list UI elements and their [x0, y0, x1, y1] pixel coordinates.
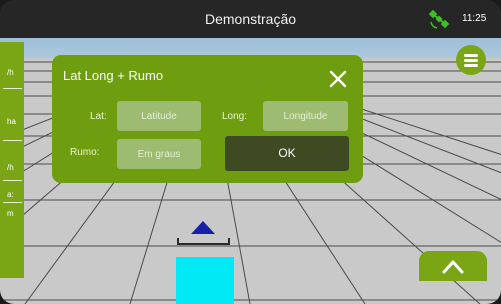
heading-input[interactable]: [117, 139, 201, 169]
divider: [3, 202, 22, 203]
expand-panel-button[interactable]: [419, 251, 487, 281]
longitude-input[interactable]: [263, 101, 348, 131]
menu-button[interactable]: [456, 45, 486, 75]
divider: [3, 88, 22, 89]
satellite-icon: [428, 9, 450, 29]
chevron-up-icon: [442, 260, 464, 274]
dialog-title: Lat Long + Rumo: [63, 68, 164, 83]
clock: 11:25: [462, 13, 487, 24]
close-icon[interactable]: [328, 69, 348, 89]
side-item-rate: /h: [7, 163, 14, 172]
lat-label: Lat:: [90, 111, 107, 122]
side-item-a: a:: [7, 190, 14, 199]
latlong-dialog: Lat Long + Rumo Lat: Long: Rumo: OK: [52, 55, 363, 183]
divider: [3, 140, 22, 141]
long-label: Long:: [222, 111, 248, 122]
menu-icon-bar: [464, 64, 478, 67]
guidance-bar: [177, 243, 230, 245]
heading-arrow: [191, 221, 215, 234]
guidance-bar-right: [228, 238, 230, 245]
side-info-panel[interactable]: /h ha /h a: m: [0, 42, 24, 278]
top-bar: Demonstração 11:25: [0, 0, 501, 38]
menu-icon-bar: [464, 54, 478, 57]
rumo-label: Rumo:: [70, 147, 100, 158]
page-title: Demonstração: [204, 11, 297, 27]
ok-button[interactable]: OK: [225, 136, 349, 171]
vehicle-implement: [176, 257, 234, 304]
divider: [3, 180, 22, 181]
side-item-speed: /h: [7, 68, 14, 77]
latitude-input[interactable]: [117, 101, 201, 131]
side-item-m: m: [7, 209, 14, 218]
menu-icon-bar: [464, 59, 478, 62]
app-window: Demonstração 11:25 /h ha /h a: m Lat Lon…: [0, 0, 501, 304]
side-item-area: ha: [7, 117, 16, 126]
